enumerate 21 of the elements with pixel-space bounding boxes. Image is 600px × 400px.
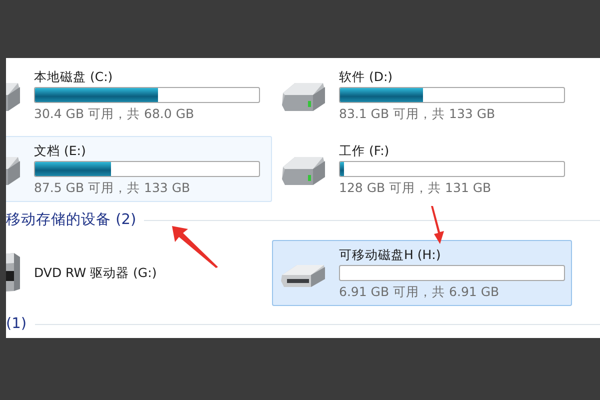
section-header[interactable]: (1) xyxy=(6,314,27,336)
free-space-text: 83.1 GB 可用，共 133 GB xyxy=(339,105,496,122)
free-space-text: 6.91 GB 可用，共 6.91 GB xyxy=(339,282,500,300)
drive-name: DVD RW 驱动器 (G:) xyxy=(34,264,158,282)
annotation-arrow xyxy=(430,206,444,244)
drive-name: 文档 (E:) xyxy=(34,142,87,159)
annotation-arrow xyxy=(172,226,218,268)
free-space-text: 87.5 GB 可用，共 133 GB xyxy=(34,179,192,196)
free-space-text: 30.4 GB 可用，共 68.0 GB xyxy=(34,105,196,122)
drive-item[interactable]: 文档 (E:) 87.5 GB 可用，共 133 GB xyxy=(6,136,272,202)
section-header[interactable]: 移动存储的设备 (2) xyxy=(6,210,136,232)
free-space-text: 128 GB 可用，共 131 GB xyxy=(339,179,492,196)
drive-name: 本地磁盘 (C:) xyxy=(34,68,114,85)
drive-item[interactable]: 工作 (F:) 128 GB 可用，共 131 GB xyxy=(272,136,572,202)
drive-name: 可移动磁盘H (H:) xyxy=(339,246,442,263)
drive-name: 工作 (F:) xyxy=(339,142,390,159)
drive-item[interactable]: 可移动磁盘H (H:) 6.91 GB 可用，共 6.91 GB xyxy=(272,240,572,306)
drive-item[interactable]: DVD RW 驱动器 (G:) xyxy=(6,240,272,306)
drive-name: 软件 (D:) xyxy=(339,68,394,85)
drive-item[interactable]: 软件 (D:) 83.1 GB 可用，共 133 GB xyxy=(272,62,572,128)
drive-item[interactable]: 本地磁盘 (C:) 30.4 GB 可用，共 68.0 GB xyxy=(6,62,272,128)
